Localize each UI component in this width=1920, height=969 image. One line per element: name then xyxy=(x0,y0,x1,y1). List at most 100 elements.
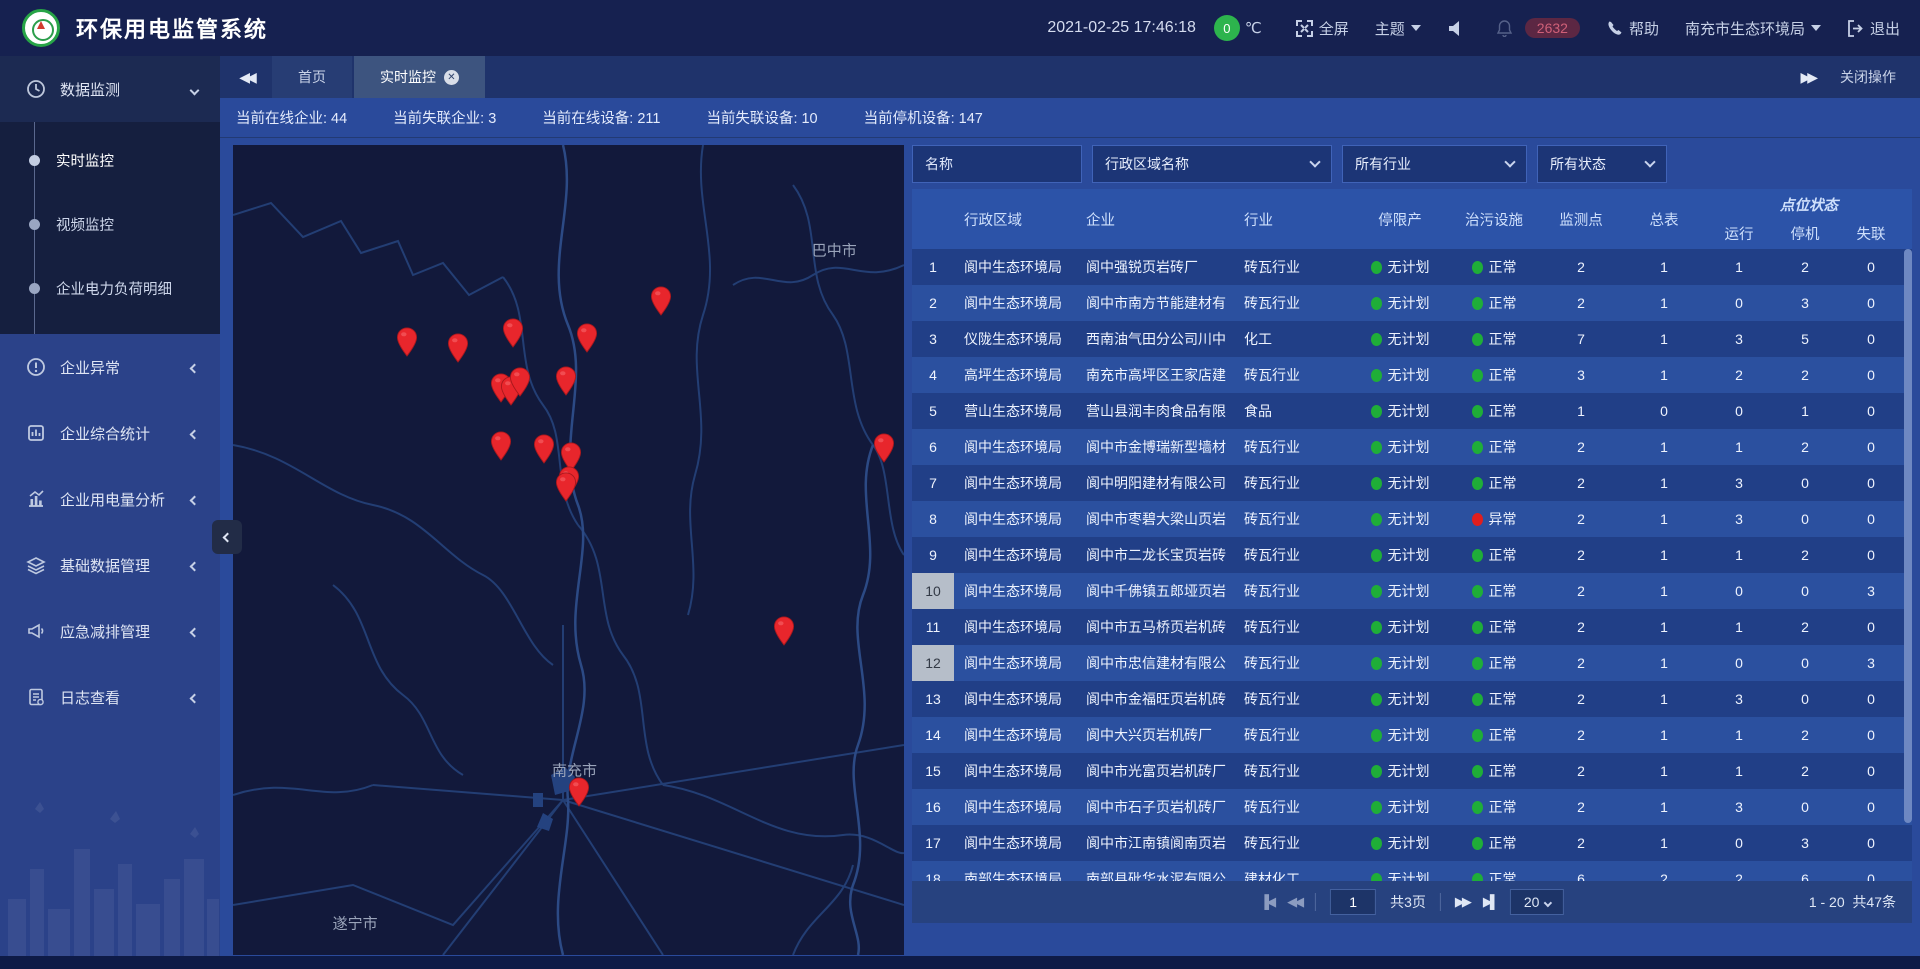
table-row[interactable]: 4 高坪生态环境局 南充市高坪区王家店建 砖瓦行业 无计划 正常 3 1 2 2… xyxy=(912,357,1912,393)
sidebar-item-企业综合统计[interactable]: 企业综合统计 xyxy=(0,400,220,466)
sidebar-item-企业用电量分析[interactable]: 企业用电量分析 xyxy=(0,466,220,532)
tab-bar: ◀◀ 首页 实时监控 ✕ ▶▶ 关闭操作 xyxy=(220,56,1920,98)
map-pin-icon[interactable] xyxy=(490,431,512,462)
chevron-left-icon xyxy=(190,363,200,373)
table-row[interactable]: 5 营山生态环境局 营山县润丰肉食品有限 食品 无计划 正常 1 0 0 1 0 xyxy=(912,393,1912,429)
sidebar-item-应急减排管理[interactable]: 应急减排管理 xyxy=(0,598,220,664)
range-label: 1 - 20 共47条 xyxy=(1809,892,1912,912)
map-pin-icon[interactable] xyxy=(396,327,418,358)
facility-status-dot xyxy=(1472,837,1483,850)
temperature-badge: 0 xyxy=(1214,15,1240,41)
map-pin-icon[interactable] xyxy=(568,777,590,808)
logout-button[interactable]: 退出 xyxy=(1847,18,1900,39)
facility-status-dot xyxy=(1472,801,1483,814)
limit-status-dot xyxy=(1371,405,1382,418)
sidebar-item-企业异常[interactable]: 企业异常 xyxy=(0,334,220,400)
map-pin-icon[interactable] xyxy=(650,286,672,317)
filter-row: 行政区域名称 所有行业 所有状态 xyxy=(912,145,1912,183)
map-pin-icon[interactable] xyxy=(509,367,531,398)
map-panel[interactable]: 巴中市南充市遂宁市 xyxy=(233,145,904,955)
facility-status-dot xyxy=(1472,513,1483,526)
table-row[interactable]: 12 阆中生态环境局 阆中市忠信建材有限公 砖瓦行业 无计划 正常 2 1 0 … xyxy=(912,645,1912,681)
pagination-bar: ▐◀ ◀◀ 共3页 ▶▶ ▶▌ 20 1 - 20 共47条 xyxy=(912,881,1912,923)
sidebar-item-数据监测[interactable]: 数据监测 xyxy=(0,56,220,122)
tabs-scroll-right-button[interactable]: ▶▶ xyxy=(1800,69,1814,86)
scrollbar-thumb[interactable] xyxy=(1904,249,1912,823)
facility-status-dot xyxy=(1472,441,1483,454)
table-row[interactable]: 15 阆中生态环境局 阆中市光富页岩机砖厂 砖瓦行业 无计划 正常 2 1 1 … xyxy=(912,753,1912,789)
tab-home[interactable]: 首页 xyxy=(272,56,352,98)
table-row[interactable]: 2 阆中生态环境局 阆中市南方节能建材有 砖瓦行业 无计划 正常 2 1 0 3… xyxy=(912,285,1912,321)
sidebar-subitem-视频监控[interactable]: 视频监控 xyxy=(0,192,220,256)
facility-status-dot xyxy=(1472,657,1483,670)
name-filter-field[interactable] xyxy=(912,145,1082,183)
limit-status-dot xyxy=(1371,657,1382,670)
chevron-left-icon xyxy=(222,532,232,542)
megaphone-icon xyxy=(26,621,46,641)
help-button[interactable]: 帮助 xyxy=(1606,18,1659,39)
last-page-button[interactable]: ▶▌ xyxy=(1483,894,1496,910)
sidebar-item-基础数据管理[interactable]: 基础数据管理 xyxy=(0,532,220,598)
table-row[interactable]: 17 阆中生态环境局 阆中市江南镇阆南页岩 砖瓦行业 无计划 正常 2 1 0 … xyxy=(912,825,1912,861)
table-row[interactable]: 3 仪陇生态环境局 西南油气田分公司川中 化工 无计划 正常 7 1 3 5 0 xyxy=(912,321,1912,357)
table-scrollbar[interactable] xyxy=(1904,249,1912,881)
industry-filter-select[interactable]: 所有行业 xyxy=(1342,145,1527,183)
table-row[interactable]: 11 阆中生态环境局 阆中市五马桥页岩机砖 砖瓦行业 无计划 正常 2 1 1 … xyxy=(912,609,1912,645)
col-index xyxy=(912,189,954,249)
table-row[interactable]: 9 阆中生态环境局 阆中市二龙长宝页岩砖 砖瓦行业 无计划 正常 2 1 1 2… xyxy=(912,537,1912,573)
table-row[interactable]: 1 阆中生态环境局 阆中强锐页岩砖厂 砖瓦行业 无计划 正常 2 1 1 2 0 xyxy=(912,249,1912,285)
theme-dropdown[interactable]: 主题 xyxy=(1375,18,1421,39)
sidebar-menu: 数据监测实时监控视频监控企业电力负荷明细企业异常企业综合统计企业用电量分析基础数… xyxy=(0,56,220,730)
table-row[interactable]: 14 阆中生态环境局 阆中大兴页岩机砖厂 砖瓦行业 无计划 正常 2 1 1 2… xyxy=(912,717,1912,753)
mute-button[interactable] xyxy=(1447,20,1470,37)
notification-count-badge: 2632 xyxy=(1525,18,1580,38)
page-size-select[interactable]: 20 xyxy=(1510,889,1564,915)
map-pin-icon[interactable] xyxy=(555,472,577,503)
col-group-point-status: 点位状态 运行 停机 失联 xyxy=(1706,189,1912,249)
notifications[interactable]: 2632 xyxy=(1496,18,1580,38)
map-pin-icon[interactable] xyxy=(533,434,555,465)
fullscreen-button[interactable]: 全屏 xyxy=(1296,18,1349,39)
table-row[interactable]: 8 阆中生态环境局 阆中市枣碧大梁山页岩 砖瓦行业 无计划 异常 2 1 3 0… xyxy=(912,501,1912,537)
phone-icon xyxy=(1606,20,1623,37)
facility-status-dot xyxy=(1472,261,1483,274)
table-row[interactable]: 18 南部生态环境局 南部县砒华水泥有限公 建材化工 无计划 正常 6 2 2 … xyxy=(912,861,1912,881)
region-filter-select[interactable]: 行政区域名称 xyxy=(1092,145,1332,183)
first-page-button[interactable]: ▐◀ xyxy=(1260,894,1273,910)
stat-当前失联企业: 当前失联企业:3 xyxy=(393,107,496,128)
facility-status-dot xyxy=(1472,297,1483,310)
close-tab-icon[interactable]: ✕ xyxy=(444,70,459,85)
org-dropdown[interactable]: 南充市生态环境局 xyxy=(1685,18,1821,39)
close-operations-button[interactable]: 关闭操作 xyxy=(1840,67,1896,87)
sidebar-subitem-企业电力负荷明细[interactable]: 企业电力负荷明细 xyxy=(0,256,220,320)
chevron-down-icon xyxy=(190,85,200,95)
table-row[interactable]: 7 阆中生态环境局 阆中明阳建材有限公司 砖瓦行业 无计划 正常 2 1 3 0… xyxy=(912,465,1912,501)
map-pin-icon[interactable] xyxy=(873,433,895,464)
limit-status-dot xyxy=(1371,261,1382,274)
map-pin-icon[interactable] xyxy=(773,616,795,647)
sidebar: 数据监测实时监控视频监控企业电力负荷明细企业异常企业综合统计企业用电量分析基础数… xyxy=(0,56,220,969)
name-filter-input[interactable] xyxy=(925,156,1069,172)
col-company: 企业 xyxy=(1086,189,1244,249)
sidebar-item-日志查看[interactable]: 日志查看 xyxy=(0,664,220,730)
limit-status-dot xyxy=(1371,549,1382,562)
prev-page-button[interactable]: ◀◀ xyxy=(1287,894,1301,910)
map-pin-icon[interactable] xyxy=(447,333,469,364)
map-pin-icon[interactable] xyxy=(502,318,524,349)
status-filter-select[interactable]: 所有状态 xyxy=(1537,145,1667,183)
next-page-button[interactable]: ▶▶ xyxy=(1455,894,1469,910)
chevron-down-icon xyxy=(1644,156,1655,167)
map-pin-icon[interactable] xyxy=(555,366,577,397)
tabs-scroll-left-button[interactable]: ◀◀ xyxy=(220,56,272,98)
limit-status-dot xyxy=(1371,729,1382,742)
table-row[interactable]: 6 阆中生态环境局 阆中市金博瑞新型墙材 砖瓦行业 无计划 正常 2 1 1 2… xyxy=(912,429,1912,465)
table-row[interactable]: 10 阆中生态环境局 阆中千佛镇五郎垭页岩 砖瓦行业 无计划 正常 2 1 0 … xyxy=(912,573,1912,609)
page-number-input[interactable] xyxy=(1330,889,1376,915)
sidebar-collapse-button[interactable] xyxy=(212,520,242,554)
tab-realtime-monitor[interactable]: 实时监控 ✕ xyxy=(354,56,485,98)
table-row[interactable]: 13 阆中生态环境局 阆中市金福旺页岩机砖 砖瓦行业 无计划 正常 2 1 3 … xyxy=(912,681,1912,717)
fullscreen-icon xyxy=(1296,20,1313,37)
map-pin-icon[interactable] xyxy=(576,323,598,354)
table-row[interactable]: 16 阆中生态环境局 阆中市石子页岩机砖厂 砖瓦行业 无计划 正常 2 1 3 … xyxy=(912,789,1912,825)
sidebar-subitem-实时监控[interactable]: 实时监控 xyxy=(0,128,220,192)
